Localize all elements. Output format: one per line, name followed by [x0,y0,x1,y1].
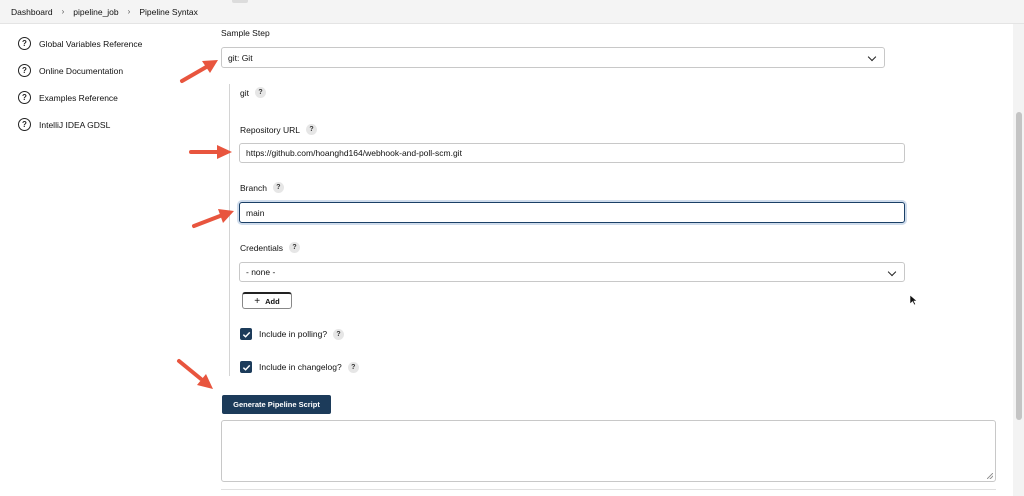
include-polling-checkbox[interactable] [240,328,252,340]
add-credentials-button[interactable]: + Add [242,292,292,309]
breadcrumb: Dashboard › pipeline_job › Pipeline Synt… [0,0,1024,24]
include-changelog-row: Include in changelog? ? [240,361,359,373]
sidebar-item-global-variables[interactable]: ? Global Variables Reference [18,30,198,57]
repo-url-label: Repository URL [240,124,300,135]
help-circle-icon: ? [18,37,31,50]
chevron-down-icon [887,267,897,277]
credentials-select[interactable]: - none - [239,262,905,282]
include-polling-label: Include in polling? [259,329,328,339]
help-circle-icon: ? [18,64,31,77]
repo-url-input[interactable]: https://github.com/hoanghd164/webhook-an… [239,143,905,163]
mouse-cursor-icon [909,294,918,306]
help-icon[interactable]: ? [333,328,345,340]
include-changelog-label: Include in changelog? [259,362,342,372]
annotation-arrow-icon [177,359,213,389]
scrollbar-thumb[interactable] [1016,112,1022,420]
help-icon[interactable]: ? [254,87,266,98]
sidebar-item-label: Global Variables Reference [39,38,143,49]
include-polling-row: Include in polling? ? [240,328,345,340]
step-name-row: git ? [240,87,266,98]
breadcrumb-pipeline-syntax[interactable]: Pipeline Syntax [139,7,198,17]
sidebar-item-online-documentation[interactable]: ? Online Documentation [18,57,198,84]
header-tab-edge [232,0,248,3]
add-button-label: Add [265,296,280,306]
bottom-divider [221,489,996,490]
plus-icon: + [254,295,261,307]
help-icon[interactable]: ? [272,182,284,193]
help-icon[interactable]: ? [306,124,317,135]
checkmark-icon [242,331,250,338]
annotation-arrow-icon [180,60,218,83]
sample-step-label: Sample Step [221,28,270,38]
help-icon[interactable]: ? [289,242,300,253]
branch-label-row: Branch ? [240,182,284,193]
branch-label: Branch [240,182,267,193]
help-circle-icon: ? [18,91,31,104]
help-circle-icon: ? [18,118,31,131]
credentials-label-row: Credentials ? [240,242,300,253]
annotation-arrow-icon [192,209,234,228]
breadcrumb-dashboard[interactable]: Dashboard [11,7,53,17]
breadcrumb-chevron-icon: › [61,7,65,16]
breadcrumb-pipeline-job[interactable]: pipeline_job [73,7,118,17]
repo-url-label-row: Repository URL ? [240,124,317,135]
chevron-down-icon [867,52,877,62]
sidebar-item-intellij-gdsl[interactable]: ? IntelliJ IDEA GDSL [18,111,198,138]
sample-step-value: git: Git [228,52,253,63]
sidebar-item-label: Online Documentation [39,65,124,76]
branch-input[interactable]: main [239,202,905,223]
branch-value: main [246,207,265,218]
sidebar: ? Global Variables Reference ? Online Do… [18,30,198,138]
help-icon[interactable]: ? [347,361,359,373]
step-name: git [240,87,249,98]
sidebar-item-examples-reference[interactable]: ? Examples Reference [18,84,198,111]
annotation-arrow-icon [189,145,232,159]
include-changelog-checkbox[interactable] [240,361,252,373]
credentials-value: - none - [246,267,276,277]
resize-grip-icon[interactable] [987,473,993,479]
breadcrumb-chevron-icon: › [127,7,131,16]
checkmark-icon [242,364,250,371]
sidebar-item-label: Examples Reference [39,92,118,103]
sidebar-item-label: IntelliJ IDEA GDSL [39,119,111,130]
pipeline-script-output[interactable] [221,420,996,482]
repo-url-value: https://github.com/hoanghd164/webhook-an… [246,148,462,158]
credentials-label: Credentials [240,242,283,253]
generate-pipeline-script-button[interactable]: Generate Pipeline Script [222,395,331,414]
sample-step-select[interactable]: git: Git [221,47,885,68]
